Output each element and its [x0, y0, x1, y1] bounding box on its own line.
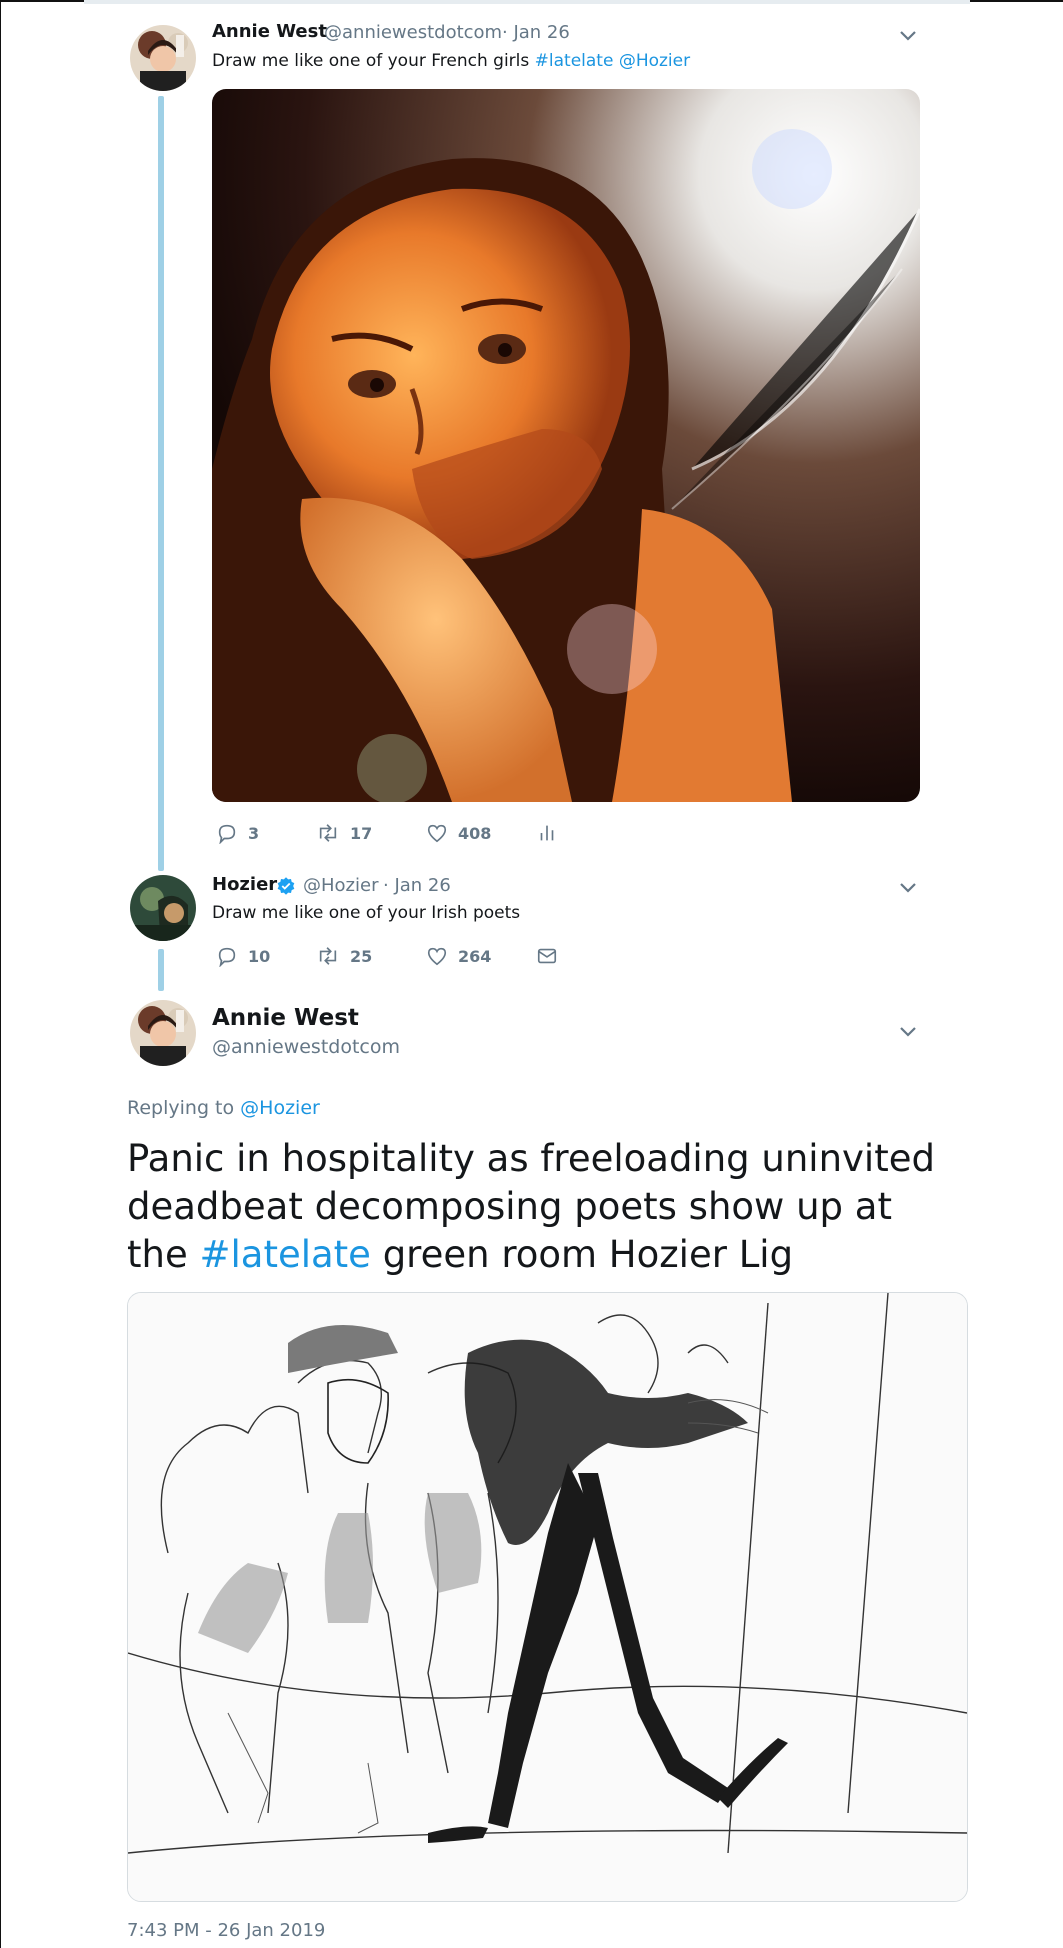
like-button[interactable]: 264	[426, 945, 536, 967]
tweet1-author-handle[interactable]: @anniewestdotcom	[324, 22, 502, 43]
tweet1-hashtag-link[interactable]: #latelate	[535, 51, 614, 71]
tweet1-text-plain: Draw me like one of your French girls	[212, 51, 535, 71]
ink-drawing-image	[128, 1293, 967, 1901]
reply-button[interactable]: 10	[216, 945, 316, 967]
tweet3-hashtag-link[interactable]: #latelate	[199, 1233, 370, 1276]
thread-connector-line	[158, 96, 164, 871]
timeline-panel-top-border	[84, 0, 970, 4]
tweet1-reply-count: 3	[248, 823, 260, 843]
thread-connector-line-2	[158, 949, 164, 991]
replying-to-prefix: Replying to	[127, 1097, 241, 1119]
portrait-photo-image	[212, 89, 920, 802]
avatar-annie-west[interactable]	[130, 1000, 196, 1066]
tweet1-like-count: 408	[458, 823, 492, 843]
tweet1-date[interactable]: · Jan 26	[502, 22, 570, 43]
window-edge-top-right	[970, 0, 1063, 2]
tweet3-text-part2: green room Hozier Lig	[370, 1233, 794, 1276]
tweet3-illustration[interactable]	[127, 1292, 968, 1902]
tweet1-author-name[interactable]: Annie West	[212, 21, 327, 42]
retweet-icon	[319, 824, 337, 842]
tweet2-retweet-count: 25	[350, 946, 373, 966]
tweet1-retweet-count: 17	[350, 823, 373, 843]
tweet2-author-handle[interactable]: @Hozier	[303, 875, 378, 896]
tweet2-date[interactable]: · Jan 26	[383, 875, 451, 896]
reply-icon	[218, 947, 236, 967]
tweet1-photo[interactable]	[212, 89, 920, 802]
tweet2-actions: 10 25 264	[216, 945, 568, 967]
retweet-icon	[319, 947, 337, 965]
window-edge-top	[0, 0, 84, 2]
like-button[interactable]: 408	[426, 822, 536, 844]
chevron-down-icon[interactable]	[896, 24, 920, 48]
retweet-button[interactable]: 25	[316, 945, 426, 967]
tweet2-like-count: 264	[458, 946, 492, 966]
replying-to-mention-link[interactable]: @Hozier	[240, 1097, 320, 1119]
analytics-icon	[540, 825, 554, 841]
replying-to: Replying to @Hozier	[127, 1097, 320, 1119]
reply-icon	[218, 824, 236, 844]
chevron-down-icon[interactable]	[896, 876, 920, 900]
chevron-down-icon[interactable]	[896, 1020, 920, 1044]
tweet3-text: Panic in hospitality as freeloading unin…	[127, 1135, 957, 1279]
tweet1-text: Draw me like one of your French girls #l…	[212, 51, 690, 71]
verified-badge-icon	[277, 877, 295, 895]
window-edge-left	[0, 0, 1, 1948]
tweet1-actions: 3 17 408	[216, 822, 568, 844]
tweet2-reply-count: 10	[248, 946, 271, 966]
direct-message-button[interactable]	[536, 945, 568, 967]
direct-message-icon	[537, 948, 557, 964]
tweet3-timestamp[interactable]: 7:43 PM - 26 Jan 2019	[127, 1920, 325, 1941]
like-icon	[427, 824, 447, 843]
tweet2-text: Draw me like one of your Irish poets	[212, 903, 521, 923]
like-icon	[427, 947, 447, 966]
avatar-annie-west[interactable]	[130, 25, 196, 91]
retweet-button[interactable]: 17	[316, 822, 426, 844]
tweet3-author-handle[interactable]: @anniewestdotcom	[212, 1036, 400, 1058]
tweet3-author-name[interactable]: Annie West	[212, 1005, 359, 1031]
tweet1-mention-link[interactable]: @Hozier	[619, 51, 690, 71]
reply-button[interactable]: 3	[216, 822, 316, 844]
analytics-button[interactable]	[536, 822, 568, 844]
tweet2-author-name[interactable]: Hozier	[212, 874, 277, 895]
avatar-hozier[interactable]	[130, 875, 196, 941]
